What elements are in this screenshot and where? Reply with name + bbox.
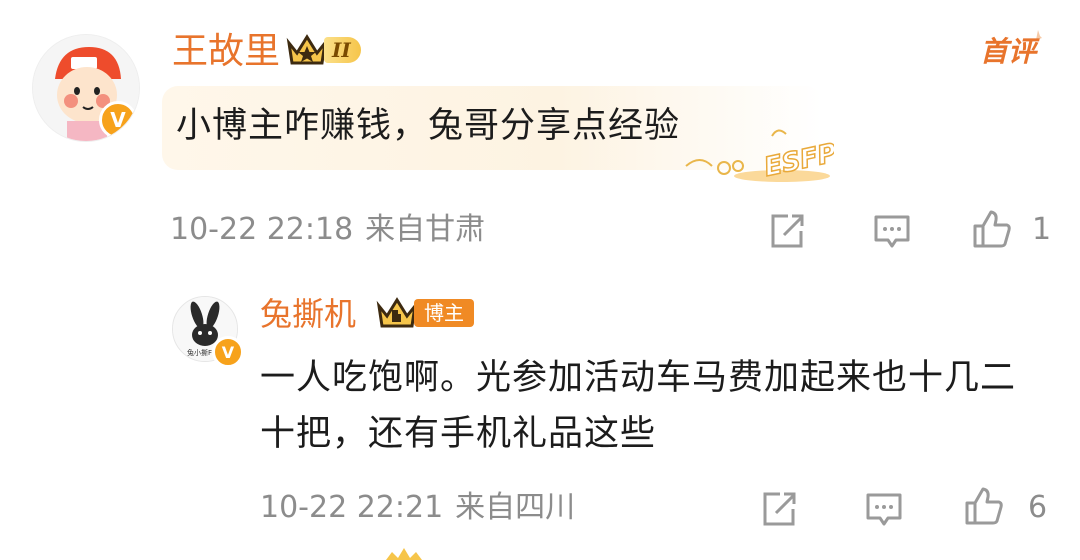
fan-level-label: II [324, 37, 361, 63]
reply-meta: 10-22 22:21 来自四川 [260, 488, 587, 528]
crown-icon [286, 34, 328, 65]
like-count: 6 [1028, 490, 1048, 525]
fan-level-badge[interactable]: II [286, 33, 361, 67]
comment-time: 10-22 22:18 [170, 212, 354, 247]
blogger-badge[interactable]: 博主 [376, 296, 474, 330]
share-icon[interactable] [766, 211, 806, 251]
thumbs-up-icon[interactable] [972, 209, 1012, 249]
comment-icon[interactable] [872, 211, 912, 251]
comment-author-name[interactable]: 王故里 [172, 28, 280, 76]
thumbs-up-icon[interactable] [964, 486, 1004, 526]
comment-location: 来自甘肃 [365, 212, 486, 247]
reply-author-name[interactable]: 兔撕机 [260, 292, 356, 336]
comment-icon[interactable] [864, 489, 904, 529]
share-icon[interactable] [758, 489, 798, 529]
reply-location: 来自四川 [455, 490, 576, 525]
first-comment-tag: 首评 [979, 35, 1036, 68]
verified-v-icon: V [99, 101, 137, 139]
crown-icon [376, 297, 418, 328]
like-count: 1 [1032, 212, 1052, 247]
blogger-label: 博主 [414, 299, 474, 327]
crown-icon [386, 548, 422, 560]
comment-meta: 10-22 22:18 来自甘肃 [170, 210, 497, 250]
reply-text[interactable]: 一人吃饱啊。光参加活动车马费加起来也十几二十把，还有手机礼品这些 [260, 350, 1050, 462]
esfp-decoration-icon: ESFP [685, 129, 834, 184]
reply-time: 10-22 22:21 [260, 490, 444, 525]
verified-v-icon: V [212, 336, 244, 368]
avatar[interactable]: V [32, 34, 140, 142]
comment-text[interactable]: 小博主咋赚钱，兔哥分享点经验 [176, 100, 680, 152]
